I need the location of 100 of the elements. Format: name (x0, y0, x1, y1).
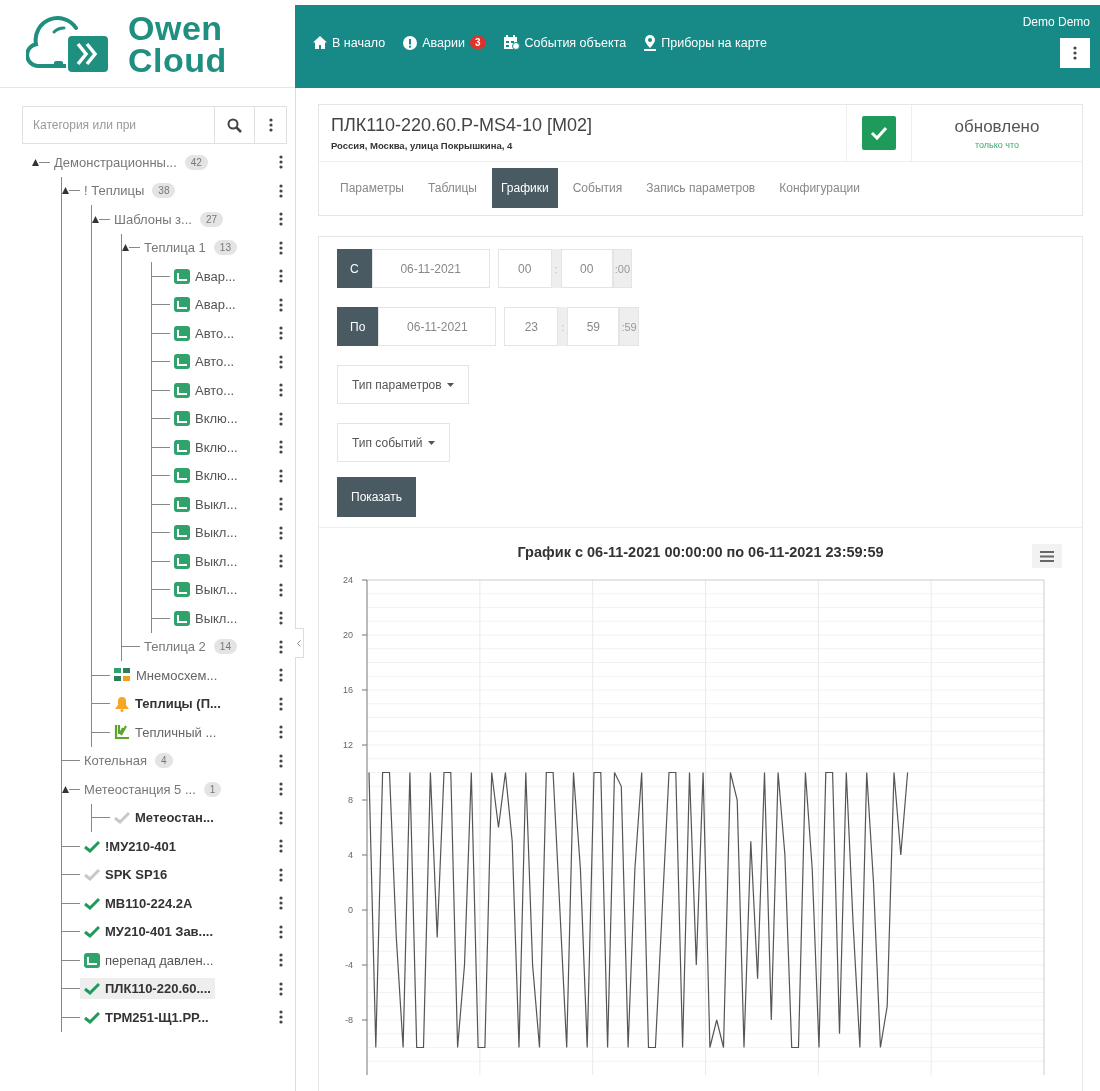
more-icon[interactable] (279, 554, 283, 569)
more-icon[interactable] (279, 896, 283, 911)
more-icon[interactable] (279, 183, 283, 198)
more-icon[interactable] (279, 212, 283, 227)
tree-item[interactable]: Выкл... (170, 579, 242, 601)
more-icon[interactable] (279, 867, 283, 882)
search-field[interactable]: Категория или при (22, 106, 215, 144)
more-icon[interactable] (279, 668, 283, 683)
more-icon[interactable] (279, 155, 283, 170)
tree-item[interactable]: Авто... (170, 379, 239, 401)
tab[interactable]: Параметры (331, 168, 413, 208)
tree-item[interactable]: Выкл... (170, 607, 242, 629)
tab[interactable]: События (563, 168, 632, 208)
alarm-count-badge: 3 (469, 36, 486, 49)
more-icon[interactable] (279, 326, 283, 341)
tree-item[interactable]: Авар... (170, 265, 240, 287)
menu-button[interactable] (1032, 544, 1062, 568)
tree-item[interactable]: Авто... (170, 322, 239, 344)
date-field[interactable]: 06-11-2021 (371, 249, 490, 288)
more-icon[interactable] (279, 411, 283, 426)
tree-item[interactable]: SPK SP16 (80, 864, 172, 886)
tree-item[interactable]: Выкл... (170, 522, 242, 544)
more-icon[interactable] (279, 981, 283, 996)
more-icon[interactable] (279, 753, 283, 768)
date-field[interactable]: 06-11-2021 (378, 307, 497, 346)
tree-item[interactable]: Метеостан... (110, 807, 218, 829)
triangle-icon[interactable] (62, 785, 69, 793)
tree-item[interactable]: Теплицы (П... (110, 692, 225, 715)
tab[interactable]: Конфигурации (770, 168, 869, 208)
tree-item[interactable]: Мнемосхем... (110, 664, 222, 687)
tree-item[interactable]: Выкл... (170, 493, 242, 515)
tree-item[interactable]: Авар... (170, 294, 240, 316)
tree-item[interactable]: Демонстрационны... (50, 151, 181, 173)
tree-item[interactable]: ТРМ251-Щ1.РР... (80, 1006, 213, 1028)
more-icon[interactable] (279, 696, 283, 711)
tree-item[interactable]: Вклю... (170, 465, 242, 487)
more-icon[interactable] (279, 354, 283, 369)
more-icon[interactable] (279, 240, 283, 255)
chevron-left-icon (297, 639, 301, 647)
tree-item[interactable]: Теплица 2 (140, 636, 210, 658)
tree-item[interactable]: ПЛК110-220.60.... (80, 978, 215, 1000)
tree-item[interactable]: Тепличный ... (110, 721, 221, 744)
tree-item[interactable]: Шаблоны з... (110, 208, 196, 230)
dropdown-button[interactable]: Тип параметров (337, 365, 469, 404)
minutes-field[interactable]: 00 (560, 249, 613, 288)
more-icon[interactable] (279, 525, 283, 540)
tree-item[interactable]: !МУ210-401 (80, 835, 180, 857)
y-tick-label: 24 (343, 575, 353, 585)
more-icon[interactable] (279, 953, 283, 968)
nav-link[interactable]: События объекта (524, 35, 627, 50)
tree-item[interactable]: Выкл... (170, 550, 242, 572)
more-icon[interactable] (279, 839, 283, 854)
check-icon (84, 982, 100, 996)
hours-field[interactable]: 23 (504, 307, 559, 346)
tree-item[interactable]: Вклю... (170, 436, 242, 458)
dropdown-button[interactable]: Тип событий (337, 423, 450, 462)
check-icon (84, 839, 100, 853)
more-icon[interactable] (279, 269, 283, 284)
tree-item[interactable]: перепад давлен... (80, 949, 218, 971)
minutes-field[interactable]: 59 (567, 307, 620, 346)
tree-item[interactable]: Авто... (170, 351, 239, 373)
more-icon[interactable] (279, 297, 283, 312)
caret-icon (427, 440, 435, 445)
tree-item[interactable]: МВ110-224.2А (80, 892, 197, 914)
more-icon[interactable] (279, 810, 283, 825)
more-icon[interactable] (279, 468, 283, 483)
triangle-icon[interactable] (32, 158, 39, 166)
tab[interactable]: Графики (492, 168, 558, 208)
more-icon[interactable] (279, 924, 283, 939)
search-button[interactable] (215, 106, 255, 144)
tree-item[interactable]: ! Теплицы (80, 180, 149, 202)
more-icon[interactable] (279, 725, 283, 740)
show-button[interactable]: Показать (337, 477, 416, 517)
triangle-icon[interactable] (62, 187, 69, 195)
chart-icon (174, 610, 190, 626)
hours-field[interactable]: 00 (497, 249, 552, 288)
more-icon[interactable] (279, 1010, 283, 1025)
tab[interactable]: Таблицы (418, 168, 486, 208)
triangle-icon[interactable] (92, 215, 99, 223)
nav-link[interactable]: Приборы на карте (661, 35, 767, 50)
collapse-handle[interactable] (295, 628, 304, 658)
more-icon[interactable] (279, 440, 283, 455)
tree-item[interactable]: Котельная (80, 750, 151, 772)
triangle-icon[interactable] (122, 244, 129, 252)
tree-item[interactable]: Теплица 1 (140, 237, 210, 259)
more-icon[interactable] (279, 383, 283, 398)
bell-icon (114, 695, 130, 712)
y-tick-label: -4 (345, 960, 353, 970)
nav-link[interactable]: В начало (332, 35, 386, 50)
more-icon[interactable] (279, 611, 283, 626)
nav-link[interactable]: Аварии (422, 35, 465, 50)
more-icon[interactable] (279, 639, 283, 654)
tree-item[interactable]: Вклю... (170, 408, 242, 430)
more-icon[interactable] (279, 782, 283, 797)
tab[interactable]: Запись параметров (637, 168, 765, 208)
diagram-icon (114, 667, 131, 684)
more-icon[interactable] (279, 497, 283, 512)
tree-item[interactable]: Метеостанция 5 ... (80, 778, 200, 800)
more-icon[interactable] (279, 582, 283, 597)
tree-item[interactable]: МУ210-401 Зав.... (80, 921, 218, 943)
